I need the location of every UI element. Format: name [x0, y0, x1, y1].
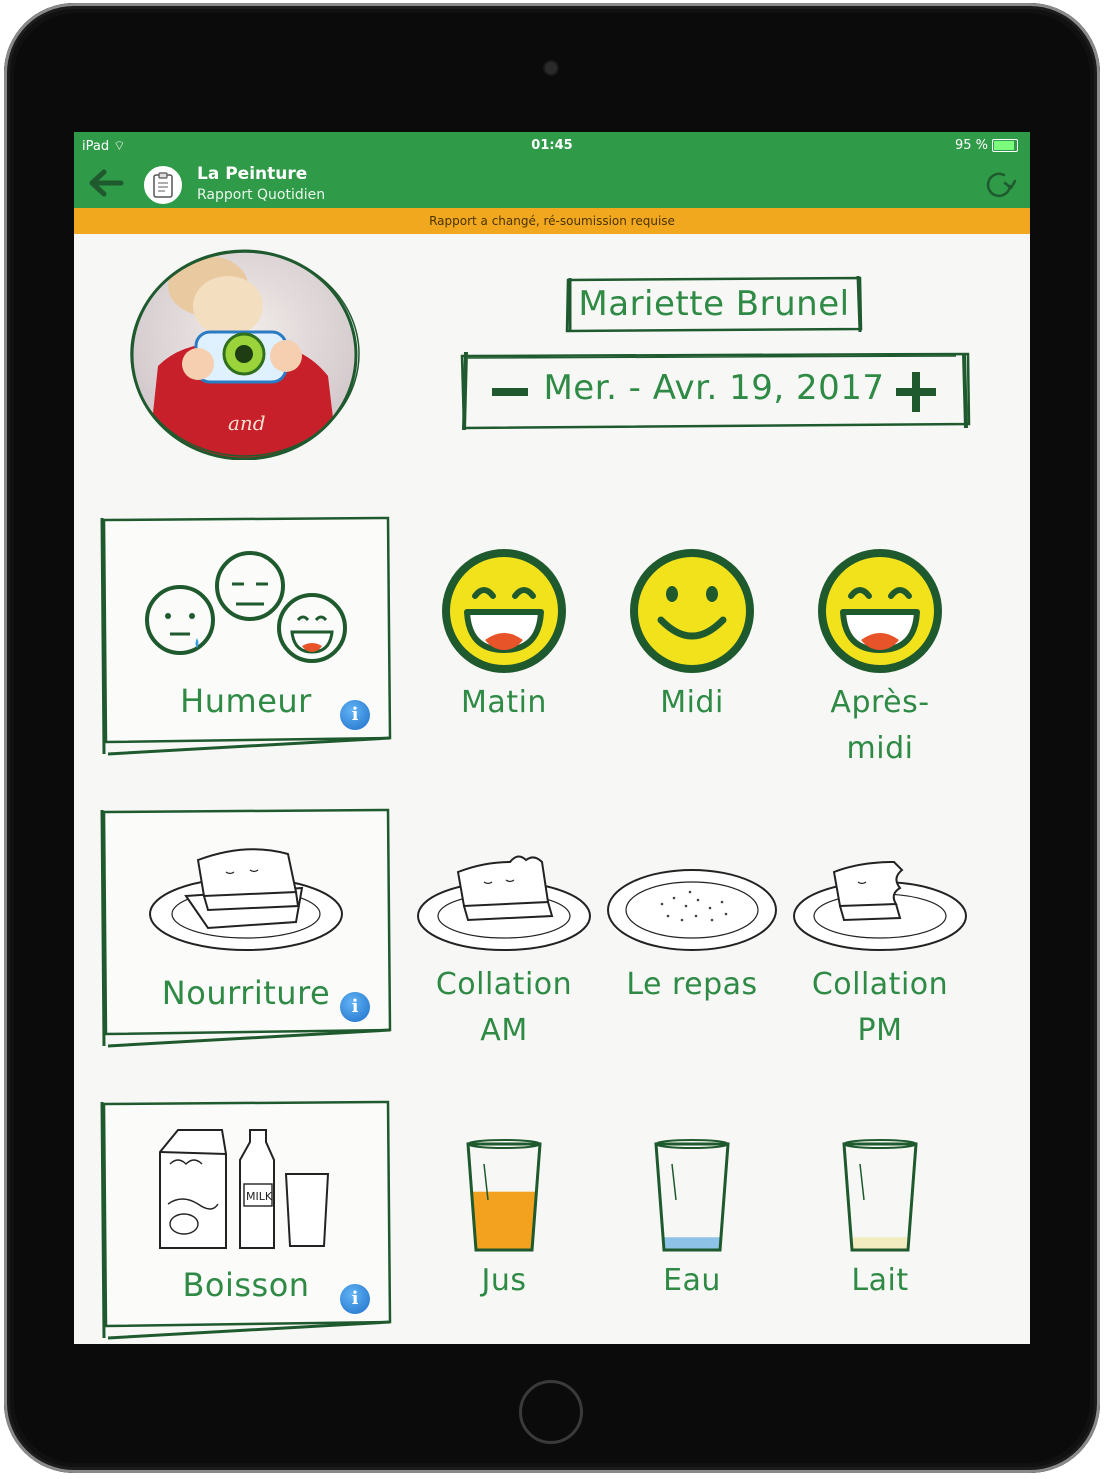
resubmit-warning-banner: Rapport a changé, ré-soumission requise: [74, 208, 1030, 234]
previous-day-button[interactable]: [488, 370, 532, 414]
food-label: Le repas: [626, 967, 758, 1002]
plate-empty-icon: [607, 869, 777, 951]
food-label: Collation PM: [811, 967, 949, 1048]
mood-matin[interactable]: Matin: [414, 546, 594, 726]
app-screen: iPad ⌔ 01:45 95 % La Peinture Rapport Qu…: [74, 132, 1030, 1344]
big-grin-face-icon: [442, 549, 566, 673]
food-collation-am[interactable]: Collation AM: [414, 848, 594, 1054]
svg-text:and: and: [228, 411, 266, 435]
status-bar: iPad ⌔ 01:45 95 %: [74, 132, 1030, 158]
mood-label: Après-midi: [830, 685, 930, 766]
nav-bar: La Peinture Rapport Quotidien: [74, 158, 1030, 208]
child-name-box: Mariette Brunel: [564, 274, 864, 334]
svg-text:MILK: MILK: [246, 1190, 273, 1203]
mood-midi[interactable]: Midi: [602, 546, 782, 726]
drinks-icon: MILK: [159, 1129, 330, 1249]
glass-icon: [654, 1139, 730, 1252]
food-le-repas[interactable]: Le repas: [602, 848, 782, 1008]
info-icon[interactable]: i: [340, 700, 370, 730]
mood-apres-midi[interactable]: Après-midi: [790, 546, 970, 772]
drink-eau[interactable]: Eau: [602, 1134, 782, 1304]
next-day-button[interactable]: [892, 368, 940, 416]
refresh-icon[interactable]: [982, 168, 1018, 200]
front-camera: [545, 62, 557, 74]
drink-lait[interactable]: Lait: [790, 1134, 970, 1304]
info-icon[interactable]: i: [340, 992, 370, 1022]
big-grin-face-icon: [818, 549, 942, 673]
battery-indicator: 95 %: [955, 138, 1018, 153]
category-boisson[interactable]: MILK Boisson i: [100, 1100, 392, 1340]
page-subtitle: Rapport Quotidien: [197, 187, 326, 203]
mood-label: Midi: [660, 685, 724, 720]
category-nourriture[interactable]: Nourriture i: [100, 808, 392, 1048]
plate-sandwich-bitten-icon: [417, 855, 591, 951]
plate-sandwich-icon: [149, 848, 343, 951]
food-label: Collation AM: [435, 967, 573, 1048]
home-button[interactable]: [519, 1380, 583, 1444]
glass-icon: [466, 1139, 542, 1252]
drink-label: Jus: [481, 1263, 527, 1298]
date-selector: Mer. - Avr. 19, 2017: [456, 350, 972, 432]
clipboard-icon: [142, 164, 184, 206]
child-avatar[interactable]: and: [128, 246, 360, 460]
clock: 01:45: [531, 138, 573, 153]
drink-label: Eau: [663, 1263, 721, 1298]
mood-faces-icon: [145, 551, 347, 663]
drink-label: Lait: [851, 1263, 909, 1298]
info-icon[interactable]: i: [340, 1284, 370, 1314]
category-humeur[interactable]: Humeur i: [100, 516, 392, 756]
food-collation-pm[interactable]: Collation PM: [790, 848, 970, 1054]
report-content: and Mariette Brunel Mer. - Avr. 19, 2017…: [74, 234, 1030, 1344]
battery-icon: [992, 139, 1018, 152]
back-arrow-icon[interactable]: [88, 168, 124, 198]
drink-jus[interactable]: Jus: [414, 1134, 594, 1304]
report-date: Mer. - Avr. 19, 2017: [543, 368, 885, 408]
page-title: La Peinture: [197, 164, 308, 184]
mood-label: Matin: [461, 685, 547, 720]
smile-face-icon: [630, 549, 754, 673]
child-name: Mariette Brunel: [578, 284, 850, 324]
glass-icon: [842, 1139, 918, 1252]
plate-sandwich-bitten-icon: [793, 860, 967, 951]
